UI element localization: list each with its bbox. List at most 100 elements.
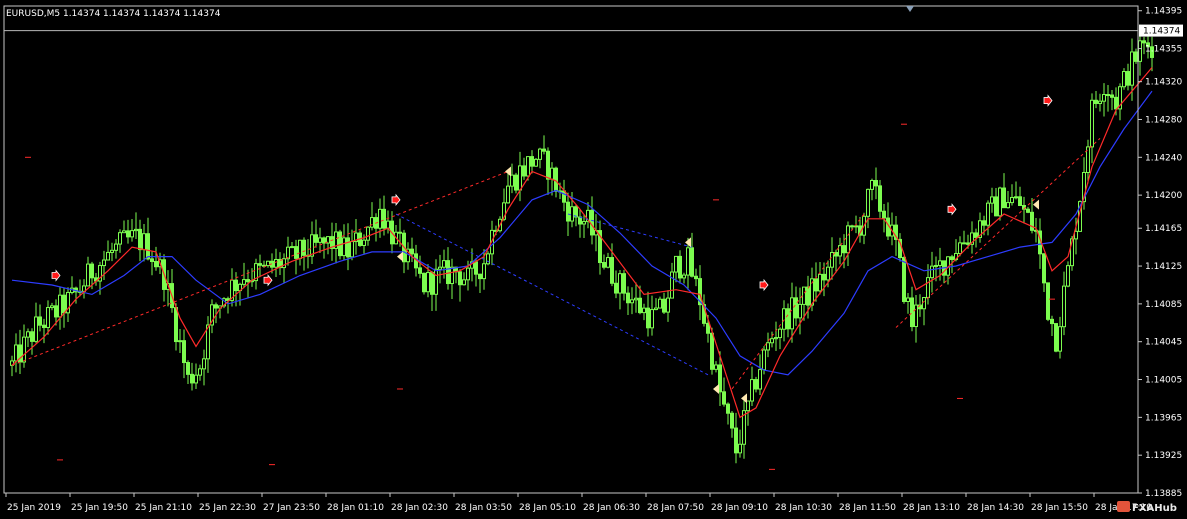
candle-body-bear xyxy=(806,286,810,306)
candle-body-bear xyxy=(542,148,546,152)
candle-body-bull xyxy=(378,208,382,229)
candle-body-bear xyxy=(706,322,710,334)
candle-body-bear xyxy=(190,373,194,384)
candle-body-bull xyxy=(58,294,62,318)
candle-body-bull xyxy=(926,277,930,299)
price-tick-label: 1.14240 xyxy=(1145,153,1182,163)
candle-body-bear xyxy=(138,228,142,251)
candle-body-bear xyxy=(514,174,518,191)
trading-chart[interactable]: 1.14395 1.14355 1.14320 1.14280 1.14240 1.142… xyxy=(0,0,1187,519)
candle-body-bull xyxy=(50,305,54,309)
candle-body-bear xyxy=(710,332,714,370)
candle-body-bull xyxy=(122,230,126,234)
candle-body-bear xyxy=(1110,94,1114,98)
price-tick-label: 1.14125 xyxy=(1145,262,1182,272)
candle-body-bear xyxy=(722,391,726,405)
candle-body-bull xyxy=(1098,100,1102,104)
candle-body-bull xyxy=(642,307,646,314)
candle-body-bull xyxy=(802,286,806,305)
candle-body-bear xyxy=(446,260,450,285)
candle-body-bear xyxy=(478,273,482,280)
price-tick-label: 1.14200 xyxy=(1145,191,1182,201)
candle-body-bull xyxy=(26,331,30,338)
candle-body-bear xyxy=(966,242,970,245)
time-tick-label: 28 Jan 14:30 xyxy=(967,503,1024,513)
candle-body-bear xyxy=(1030,211,1034,231)
candle-body-bear xyxy=(246,279,250,283)
candle-body-bear xyxy=(30,331,34,342)
candle-body-bear xyxy=(730,412,734,429)
candle-body-bull xyxy=(526,156,530,177)
candle-body-bull xyxy=(86,263,90,287)
candle-body-bear xyxy=(186,362,190,375)
candle-body-bear xyxy=(994,196,998,217)
time-tick-label: 25 Jan 2019 xyxy=(7,503,61,513)
candle-body-bull xyxy=(134,228,138,232)
time-tick-label: 28 Jan 03:50 xyxy=(455,503,512,513)
candle-body-bull xyxy=(426,272,430,293)
candle-body-bear xyxy=(662,298,666,313)
time-tick-label: 25 Jan 22:30 xyxy=(199,503,256,513)
candle-body-bear xyxy=(578,216,582,225)
candle-body-bear xyxy=(602,262,606,268)
candle-body-bear xyxy=(754,379,758,390)
candle-body-bull xyxy=(634,297,638,301)
candle-body-bear xyxy=(626,292,630,304)
chart-canvas[interactable]: 1.14395 1.14355 1.14320 1.14280 1.14240 1.142… xyxy=(0,0,1187,519)
candle-body-bull xyxy=(282,258,286,269)
candle-body-bear xyxy=(154,261,158,268)
candle-body-bear xyxy=(562,190,566,203)
candle-body-bull xyxy=(506,185,510,204)
candle-body-bull xyxy=(466,267,470,281)
candle-body-bull xyxy=(538,148,542,160)
candle-body-bull xyxy=(318,237,322,243)
candle-body-bull xyxy=(106,251,110,261)
chart-background xyxy=(0,0,1187,519)
price-tick-label: 1.13965 xyxy=(1145,413,1182,423)
candle-body-bear xyxy=(422,272,426,293)
candle-body-bull xyxy=(34,316,38,342)
candle-body-bear xyxy=(1126,71,1130,86)
candle-body-bull xyxy=(178,340,182,343)
candle-body-bull xyxy=(518,165,522,191)
candle-body-bull xyxy=(438,266,442,270)
candle-body-bull xyxy=(666,297,670,313)
candle-body-bull xyxy=(194,374,198,384)
candle-body-bear xyxy=(418,267,422,274)
candle-body-bear xyxy=(882,210,886,219)
candle-body-bull xyxy=(866,188,870,217)
candle-body-bear xyxy=(694,275,698,280)
candle-body-bull xyxy=(1062,285,1066,328)
candle-body-bull xyxy=(366,226,370,241)
candle-body-bear xyxy=(54,305,58,318)
candle-body-bear xyxy=(474,261,478,275)
candle-body-bear xyxy=(214,304,218,309)
candle-body-bull xyxy=(290,246,294,249)
candle-body-bear xyxy=(382,208,386,229)
candle-body-bear xyxy=(850,225,854,228)
candle-body-bear xyxy=(1002,187,1006,209)
candle-body-bull xyxy=(1122,71,1126,88)
candle-body-bull xyxy=(958,242,962,254)
candle-body-bull xyxy=(686,247,690,276)
candle-body-bear xyxy=(1142,40,1146,44)
time-tick-label: 28 Jan 11:50 xyxy=(839,503,896,513)
candle-body-bear xyxy=(614,282,618,294)
candle-body-bull xyxy=(130,230,134,238)
candle-body-bull xyxy=(550,167,554,180)
candle-body-bull xyxy=(818,273,822,292)
candle-body-bull xyxy=(838,245,842,257)
candle-body-bear xyxy=(1054,323,1058,352)
candle-body-bull xyxy=(654,307,658,311)
candle-body-bear xyxy=(182,340,186,364)
candle-body-bull xyxy=(774,337,778,340)
candle-body-bull xyxy=(442,260,446,268)
candle-body-bear xyxy=(1106,94,1110,97)
candle-body-bear xyxy=(398,231,402,234)
candle-body-bull xyxy=(758,369,762,390)
candle-body-bull xyxy=(998,187,1002,217)
candle-body-bear xyxy=(150,258,154,263)
candle-body-bull xyxy=(202,358,206,370)
candle-body-bear xyxy=(678,255,682,279)
candle-body-bear xyxy=(910,297,914,328)
